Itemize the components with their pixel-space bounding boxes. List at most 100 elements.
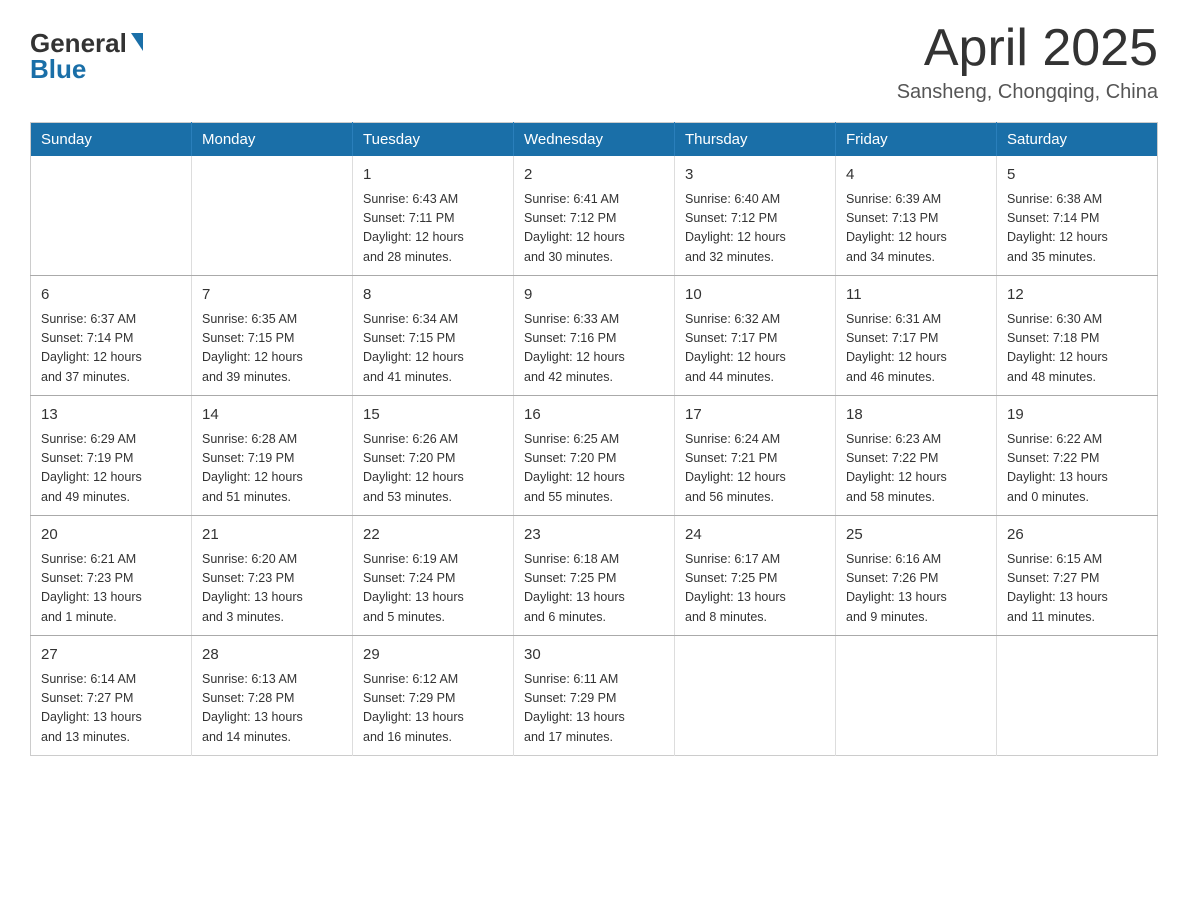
- day-number: 17: [685, 404, 825, 427]
- calendar-table: SundayMondayTuesdayWednesdayThursdayFrid…: [30, 122, 1158, 756]
- day-info: Sunrise: 6:22 AMSunset: 7:22 PMDaylight:…: [1007, 430, 1147, 508]
- calendar-cell: 23Sunrise: 6:18 AMSunset: 7:25 PMDayligh…: [514, 516, 675, 636]
- weekday-header-saturday: Saturday: [997, 123, 1158, 157]
- calendar-cell: 9 Sunrise: 6:33 AMSunset: 7:16 PMDaylight…: [514, 276, 675, 396]
- calendar-cell: 15 Sunrise: 6:26 AMSunset: 7:20 PMDayligh…: [353, 396, 514, 516]
- day-info: Sunrise: 6:33 AMSunset: 7:16 PMDaylight:…: [524, 310, 664, 388]
- calendar-cell: 8 Sunrise: 6:34 AMSunset: 7:15 PMDaylight…: [353, 276, 514, 396]
- day-info: Sunrise: 6:19 AMSunset: 7:24 PMDaylight:…: [363, 550, 503, 628]
- calendar-cell: 5 Sunrise: 6:38 AMSunset: 7:14 PMDaylight…: [997, 156, 1158, 276]
- weekday-header-wednesday: Wednesday: [514, 123, 675, 157]
- calendar-cell: 25Sunrise: 6:16 AMSunset: 7:26 PMDayligh…: [836, 516, 997, 636]
- calendar-week-row: 1Sunrise: 6:43 AMSunset: 7:11 PMDaylight…: [31, 156, 1158, 276]
- calendar-cell: 18Sunrise: 6:23 AMSunset: 7:22 PMDayligh…: [836, 396, 997, 516]
- day-number: 19: [1007, 404, 1147, 427]
- logo-blue-text: Blue: [30, 56, 86, 82]
- weekday-header-tuesday: Tuesday: [353, 123, 514, 157]
- calendar-cell: 3 Sunrise: 6:40 AMSunset: 7:12 PMDaylight…: [675, 156, 836, 276]
- calendar-cell: 1Sunrise: 6:43 AMSunset: 7:11 PMDaylight…: [353, 156, 514, 276]
- day-number: 7: [202, 284, 342, 307]
- day-number: 24: [685, 524, 825, 547]
- day-info: Sunrise: 6:14 AMSunset: 7:27 PMDaylight:…: [41, 670, 181, 748]
- day-info: Sunrise: 6:35 AMSunset: 7:15 PMDaylight:…: [202, 310, 342, 388]
- calendar-cell: 17Sunrise: 6:24 AMSunset: 7:21 PMDayligh…: [675, 396, 836, 516]
- day-number: 29: [363, 644, 503, 667]
- calendar-week-row: 13Sunrise: 6:29 AMSunset: 7:19 PMDayligh…: [31, 396, 1158, 516]
- calendar-cell: [836, 636, 997, 756]
- day-number: 28: [202, 644, 342, 667]
- weekday-header-sunday: Sunday: [31, 123, 192, 157]
- day-number: 8: [363, 284, 503, 307]
- logo-general-text: General: [30, 30, 127, 56]
- day-info: Sunrise: 6:43 AMSunset: 7:11 PMDaylight:…: [363, 190, 503, 268]
- calendar-cell: 7 Sunrise: 6:35 AMSunset: 7:15 PMDaylight…: [192, 276, 353, 396]
- day-number: 6: [41, 284, 181, 307]
- weekday-header-friday: Friday: [836, 123, 997, 157]
- calendar-cell: 10 Sunrise: 6:32 AMSunset: 7:17 PMDayligh…: [675, 276, 836, 396]
- day-info: Sunrise: 6:32 AMSunset: 7:17 PMDaylight:…: [685, 310, 825, 388]
- day-number: 12: [1007, 284, 1147, 307]
- month-title: April 2025: [897, 20, 1158, 77]
- calendar-cell: [997, 636, 1158, 756]
- calendar-cell: 11Sunrise: 6:31 AMSunset: 7:17 PMDayligh…: [836, 276, 997, 396]
- day-number: 4: [846, 164, 986, 187]
- day-info: Sunrise: 6:21 AMSunset: 7:23 PMDaylight:…: [41, 550, 181, 628]
- calendar-cell: 20Sunrise: 6:21 AMSunset: 7:23 PMDayligh…: [31, 516, 192, 636]
- day-number: 26: [1007, 524, 1147, 547]
- calendar-cell: 26Sunrise: 6:15 AMSunset: 7:27 PMDayligh…: [997, 516, 1158, 636]
- day-info: Sunrise: 6:16 AMSunset: 7:26 PMDaylight:…: [846, 550, 986, 628]
- calendar-cell: 30 Sunrise: 6:11 AMSunset: 7:29 PMDayligh…: [514, 636, 675, 756]
- day-number: 9: [524, 284, 664, 307]
- calendar-cell: [31, 156, 192, 276]
- day-number: 22: [363, 524, 503, 547]
- title-area: April 2025 Sansheng, Chongqing, China: [897, 20, 1158, 104]
- calendar-cell: [675, 636, 836, 756]
- calendar-cell: 29 Sunrise: 6:12 AMSunset: 7:29 PMDayligh…: [353, 636, 514, 756]
- logo-triangle-icon: [131, 33, 143, 51]
- day-number: 15: [363, 404, 503, 427]
- calendar-cell: 6 Sunrise: 6:37 AMSunset: 7:14 PMDaylight…: [31, 276, 192, 396]
- weekday-header-monday: Monday: [192, 123, 353, 157]
- day-info: Sunrise: 6:38 AMSunset: 7:14 PMDaylight:…: [1007, 190, 1147, 268]
- day-info: Sunrise: 6:26 AMSunset: 7:20 PMDaylight:…: [363, 430, 503, 508]
- calendar-cell: 16 Sunrise: 6:25 AMSunset: 7:20 PMDayligh…: [514, 396, 675, 516]
- day-info: Sunrise: 6:40 AMSunset: 7:12 PMDaylight:…: [685, 190, 825, 268]
- calendar-cell: 27 Sunrise: 6:14 AMSunset: 7:27 PMDayligh…: [31, 636, 192, 756]
- day-number: 2: [524, 164, 664, 187]
- day-info: Sunrise: 6:39 AMSunset: 7:13 PMDaylight:…: [846, 190, 986, 268]
- day-info: Sunrise: 6:29 AMSunset: 7:19 PMDaylight:…: [41, 430, 181, 508]
- day-number: 16: [524, 404, 664, 427]
- weekday-header-thursday: Thursday: [675, 123, 836, 157]
- day-info: Sunrise: 6:11 AMSunset: 7:29 PMDaylight:…: [524, 670, 664, 748]
- calendar-week-row: 27 Sunrise: 6:14 AMSunset: 7:27 PMDayligh…: [31, 636, 1158, 756]
- day-number: 10: [685, 284, 825, 307]
- calendar-cell: 12 Sunrise: 6:30 AMSunset: 7:18 PMDayligh…: [997, 276, 1158, 396]
- day-number: 27: [41, 644, 181, 667]
- calendar-cell: 13Sunrise: 6:29 AMSunset: 7:19 PMDayligh…: [31, 396, 192, 516]
- day-info: Sunrise: 6:13 AMSunset: 7:28 PMDaylight:…: [202, 670, 342, 748]
- day-info: Sunrise: 6:25 AMSunset: 7:20 PMDaylight:…: [524, 430, 664, 508]
- day-info: Sunrise: 6:12 AMSunset: 7:29 PMDaylight:…: [363, 670, 503, 748]
- day-number: 11: [846, 284, 986, 307]
- day-info: Sunrise: 6:28 AMSunset: 7:19 PMDaylight:…: [202, 430, 342, 508]
- calendar-week-row: 20Sunrise: 6:21 AMSunset: 7:23 PMDayligh…: [31, 516, 1158, 636]
- day-info: Sunrise: 6:20 AMSunset: 7:23 PMDaylight:…: [202, 550, 342, 628]
- calendar-cell: 2 Sunrise: 6:41 AMSunset: 7:12 PMDaylight…: [514, 156, 675, 276]
- calendar-cell: 22 Sunrise: 6:19 AMSunset: 7:24 PMDayligh…: [353, 516, 514, 636]
- calendar-cell: 19 Sunrise: 6:22 AMSunset: 7:22 PMDayligh…: [997, 396, 1158, 516]
- calendar-cell: 28 Sunrise: 6:13 AMSunset: 7:28 PMDayligh…: [192, 636, 353, 756]
- calendar-cell: 21 Sunrise: 6:20 AMSunset: 7:23 PMDayligh…: [192, 516, 353, 636]
- day-number: 5: [1007, 164, 1147, 187]
- day-info: Sunrise: 6:41 AMSunset: 7:12 PMDaylight:…: [524, 190, 664, 268]
- calendar-week-row: 6 Sunrise: 6:37 AMSunset: 7:14 PMDaylight…: [31, 276, 1158, 396]
- logo: General Blue: [30, 30, 143, 82]
- calendar-cell: [192, 156, 353, 276]
- day-info: Sunrise: 6:18 AMSunset: 7:25 PMDaylight:…: [524, 550, 664, 628]
- day-info: Sunrise: 6:37 AMSunset: 7:14 PMDaylight:…: [41, 310, 181, 388]
- day-number: 3: [685, 164, 825, 187]
- location-subtitle: Sansheng, Chongqing, China: [897, 81, 1158, 104]
- day-number: 30: [524, 644, 664, 667]
- day-info: Sunrise: 6:30 AMSunset: 7:18 PMDaylight:…: [1007, 310, 1147, 388]
- day-info: Sunrise: 6:34 AMSunset: 7:15 PMDaylight:…: [363, 310, 503, 388]
- day-number: 21: [202, 524, 342, 547]
